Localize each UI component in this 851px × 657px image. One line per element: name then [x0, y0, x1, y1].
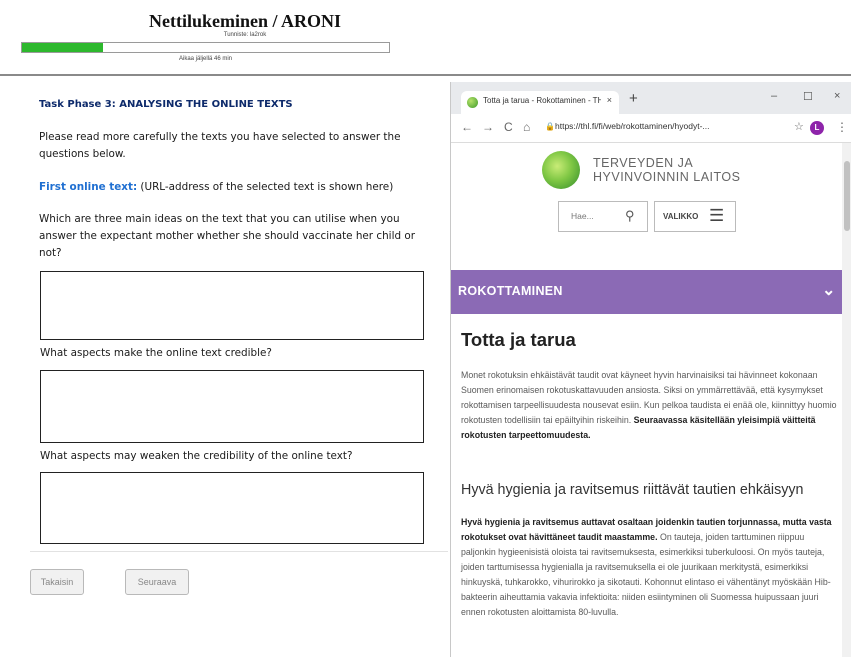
- question-1: Which are three main ideas on the text t…: [39, 213, 415, 259]
- thl-logo-text: TERVEYDEN JA HYVINVOINNIN LAITOS: [593, 156, 741, 184]
- search-icon[interactable]: ⚲: [625, 208, 635, 224]
- answer-1-textarea[interactable]: [40, 271, 424, 340]
- divider: [30, 551, 448, 552]
- section-bar[interactable]: ROKOTTAMINEN ⌄: [451, 270, 842, 314]
- section-label: ROKOTTAMINEN: [458, 284, 563, 298]
- page-scrollbar[interactable]: [842, 143, 851, 657]
- article-subheading: Hyvä hygienia ja ravitsemus riittävät ta…: [461, 482, 804, 498]
- first-text-label: First online text:: [39, 181, 138, 193]
- web-page: TERVEYDEN JA HYVINVOINNIN LAITOS Hae... …: [451, 143, 842, 657]
- progress-bar: [21, 42, 390, 53]
- browser-tab[interactable]: Totta ja tarua - Rokottaminen - TH ×: [461, 91, 619, 114]
- time-left: Aikaa jäljellä 46 min: [178, 56, 233, 62]
- forward-arrow-icon[interactable]: →: [482, 120, 494, 134]
- article-paragraph-1: Monet rokotuksin ehkäistävät taudit ovat…: [461, 368, 837, 443]
- back-button[interactable]: Takaisin: [30, 569, 84, 595]
- home-icon[interactable]: ⌂: [523, 120, 530, 134]
- first-text-line: First online text: (URL-address of the s…: [39, 179, 434, 196]
- search-placeholder: Hae...: [571, 211, 594, 221]
- menu-label: VALIKKO: [663, 212, 699, 221]
- back-arrow-icon[interactable]: ←: [461, 120, 473, 134]
- reload-icon[interactable]: C: [504, 120, 513, 134]
- scrollbar-thumb[interactable]: [844, 161, 850, 231]
- tab-title: Totta ja tarua - Rokottaminen - TH: [483, 96, 601, 105]
- article-paragraph-2: Hyvä hygienia ja ravitsemus auttavat osa…: [461, 515, 837, 620]
- chevron-down-icon[interactable]: ⌄: [822, 280, 835, 300]
- hamburger-icon: ☰: [709, 206, 725, 225]
- question-3: What aspects may weaken the credibility …: [40, 450, 353, 462]
- lock-icon: 🔒: [545, 122, 555, 131]
- progress-fill: [22, 43, 103, 52]
- browser-menu-icon[interactable]: ⋮: [836, 120, 848, 134]
- valikko-menu-button[interactable]: VALIKKO ☰: [654, 201, 736, 232]
- answer-2-textarea[interactable]: [40, 370, 424, 443]
- article-title: Totta ja tarua: [461, 329, 576, 350]
- browser-window: Totta ja tarua - Rokottaminen - TH × + –…: [450, 82, 851, 657]
- browser-tab-bar: Totta ja tarua - Rokottaminen - TH × + –…: [451, 82, 851, 114]
- maximize-icon[interactable]: ☐: [803, 90, 813, 103]
- logo-line-1: TERVEYDEN JA: [593, 156, 694, 170]
- user-id: Tunniste: la2rok: [223, 32, 267, 38]
- app-header: Nettilukeminen / ARONI Tunniste: la2rok …: [0, 0, 851, 76]
- logo-line-2: HYVINVOINNIN LAITOS: [593, 170, 741, 184]
- para2-text: On tauteja, joiden tarttuminen riippuu p…: [461, 532, 831, 617]
- answer-3-textarea[interactable]: [40, 472, 424, 544]
- app-title: Nettilukeminen / ARONI: [148, 11, 341, 31]
- new-tab-icon[interactable]: +: [629, 90, 638, 107]
- tab-close-icon[interactable]: ×: [607, 95, 612, 105]
- task-intro: Please read more carefully the texts you…: [39, 131, 401, 160]
- thl-logo-icon: [542, 151, 580, 189]
- first-text-note: (URL-address of the selected text is sho…: [137, 181, 394, 193]
- next-button[interactable]: Seuraava: [125, 569, 189, 595]
- site-search-input[interactable]: Hae... ⚲: [558, 201, 648, 232]
- window-close-icon[interactable]: ×: [834, 90, 840, 102]
- minimize-icon[interactable]: –: [771, 90, 777, 102]
- address-bar: ← → C ⌂ 🔒 https://thl.fi/fi/web/rokottam…: [451, 114, 851, 143]
- profile-avatar[interactable]: L: [810, 121, 824, 135]
- site-favicon-icon: [467, 97, 478, 108]
- bookmark-star-icon[interactable]: ☆: [794, 120, 804, 133]
- question-2: What aspects make the online text credib…: [40, 347, 272, 359]
- url-input[interactable]: https://thl.fi/fi/web/rokottaminen/hyody…: [555, 121, 789, 131]
- phase-title: Task Phase 3: ANALYSING THE ONLINE TEXTS: [39, 99, 293, 110]
